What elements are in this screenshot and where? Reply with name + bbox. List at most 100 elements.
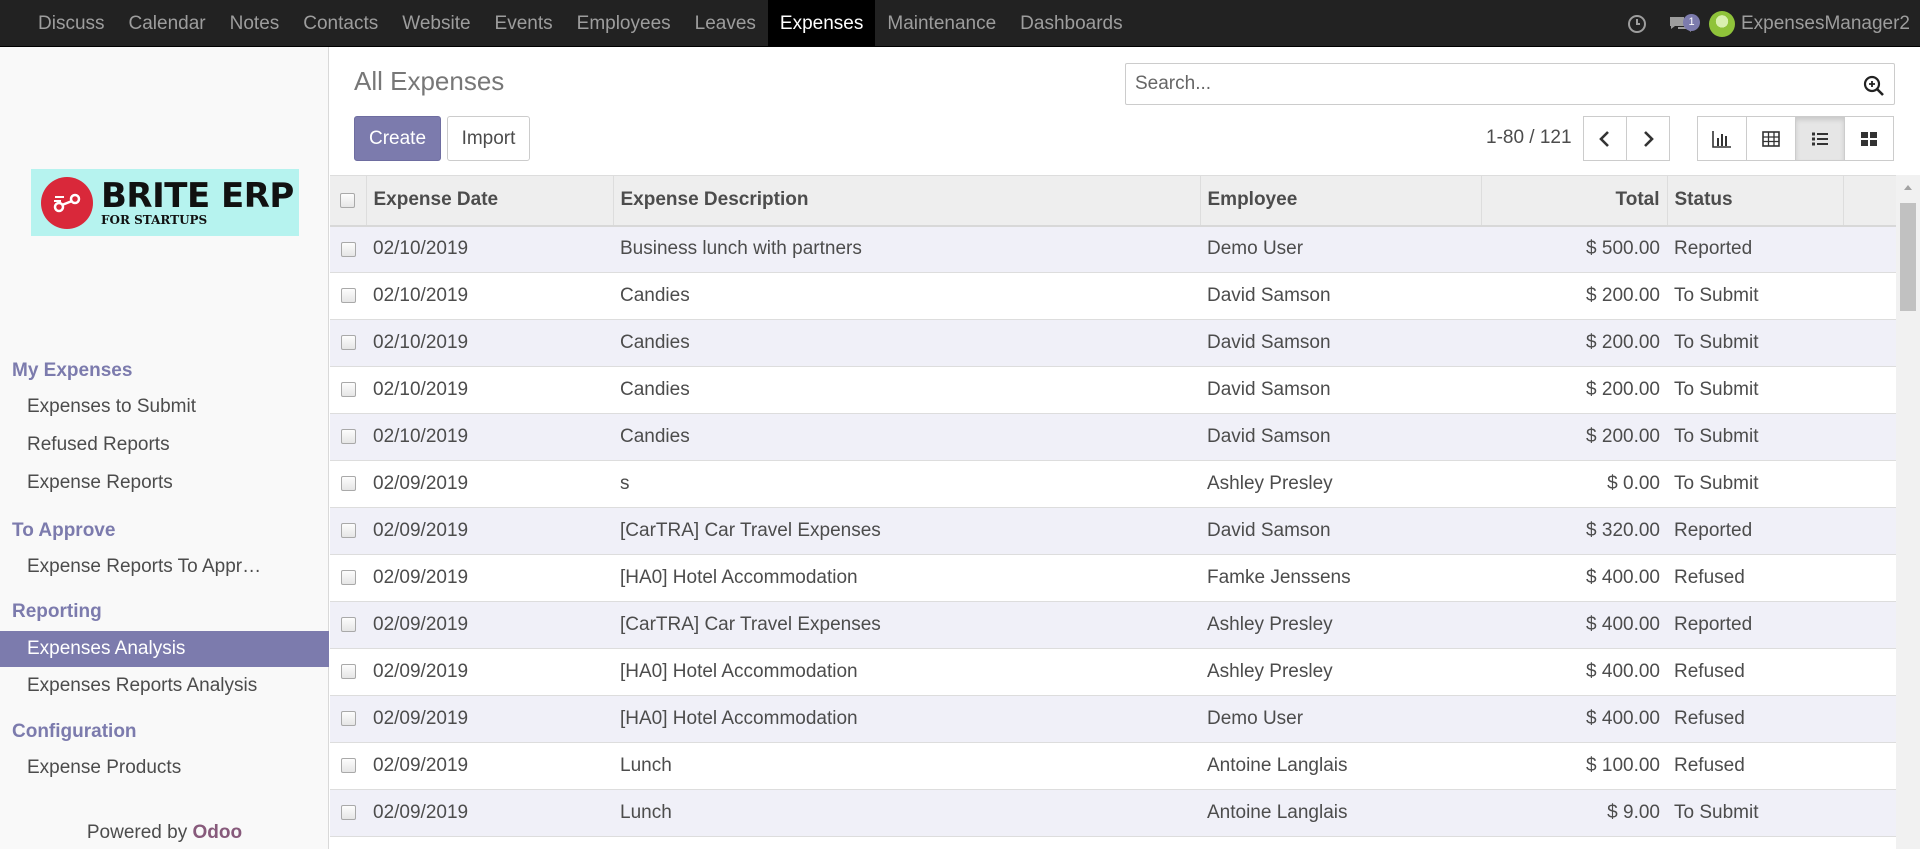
row-checkbox[interactable] [340,382,356,398]
cell-expense-date: 02/10/2019 [366,225,613,273]
cell-total: $ 200.00 [1481,319,1667,367]
menu-expenses-analysis[interactable]: Expenses Analysis [0,631,329,667]
table-row[interactable]: 02/09/2019 [HA0] Hotel Accommodation Demo … [330,695,1896,743]
row-checkbox[interactable] [340,711,356,727]
table-row[interactable]: 02/10/2019 Candies David Samson $ 200.00 To … [330,319,1896,367]
powered-by: Powered by Odoo [0,822,329,844]
app-expenses[interactable]: Expenses [767,0,876,47]
column-total[interactable]: Total [1481,175,1668,227]
list-view-button[interactable] [1795,116,1845,161]
column-employee[interactable]: Employee [1200,175,1482,227]
messages-button[interactable]: 1 [1659,0,1703,47]
cell-filler [1843,319,1896,367]
row-checkbox-cell[interactable] [330,366,366,414]
search-options-icon[interactable] [1862,74,1886,98]
row-checkbox[interactable] [340,523,356,539]
table-row[interactable]: 02/09/2019 [CarTRA] Car Travel Expenses Da… [330,507,1896,555]
row-checkbox-cell[interactable] [330,695,366,743]
row-checkbox[interactable] [340,288,356,304]
section-to-approve[interactable]: To Approve [12,520,115,542]
app-calendar[interactable]: Calendar [117,0,218,47]
pivot-view-button[interactable] [1746,116,1796,161]
row-checkbox[interactable] [340,617,356,633]
search-input[interactable] [1126,64,1846,104]
user-menu[interactable]: ExpensesManager2 [1703,0,1920,47]
cell-filler [1843,272,1896,320]
row-checkbox-cell[interactable] [330,789,366,837]
row-checkbox-cell[interactable] [330,554,366,602]
app-contacts[interactable]: Contacts [291,0,390,47]
app-maintenance[interactable]: Maintenance [875,0,1008,47]
row-checkbox[interactable] [340,805,356,821]
section-configuration[interactable]: Configuration [12,721,137,743]
row-checkbox[interactable] [340,476,356,492]
menu-expense-products[interactable]: Expense Products [0,750,329,786]
menu-expense-reports-to-approve[interactable]: Expense Reports To Appr… [0,549,329,585]
row-checkbox[interactable] [340,758,356,774]
menu-expenses-reports-analysis[interactable]: Expenses Reports Analysis [0,668,329,704]
graph-view-button[interactable] [1697,116,1747,161]
table-row[interactable]: 02/10/2019 Business lunch with partners De… [330,225,1896,273]
app-events[interactable]: Events [483,0,565,47]
app-website[interactable]: Website [390,0,482,47]
app-leaves[interactable]: Leaves [683,0,768,47]
table-row[interactable]: 02/10/2019 Candies David Samson $ 200.00 To … [330,272,1896,320]
row-checkbox[interactable] [340,241,356,257]
kanban-view-button[interactable] [1844,116,1894,161]
table-row[interactable]: 02/09/2019 [HA0] Hotel Accommodation Famke… [330,554,1896,602]
column-expense-description[interactable]: Expense Description [613,175,1201,227]
row-checkbox-cell[interactable] [330,272,366,320]
row-checkbox-cell[interactable] [330,319,366,367]
row-checkbox-cell[interactable] [330,413,366,461]
vertical-scrollbar[interactable] [1896,175,1920,849]
menu-expense-reports[interactable]: Expense Reports [0,465,329,501]
cell-expense-date: 02/10/2019 [366,272,613,320]
pager-next-button[interactable] [1626,116,1670,161]
cell-employee: Famke Jenssens [1200,554,1481,602]
menu-refused-reports[interactable]: Refused Reports [0,427,329,463]
table-row[interactable]: 02/10/2019 Candies David Samson $ 200.00 To … [330,413,1896,461]
menu-expenses-to-submit[interactable]: Expenses to Submit [0,389,329,425]
import-button[interactable]: Import [447,116,530,161]
cell-employee: David Samson [1200,507,1481,555]
cell-expense-date: 02/09/2019 [366,648,613,696]
table-row[interactable]: 02/09/2019 Lunch Antoine Langlais $ 100.00 R… [330,742,1896,790]
app-discuss[interactable]: Discuss [26,0,117,47]
create-button[interactable]: Create [354,116,441,161]
page-title[interactable]: All Expenses [354,66,504,97]
table-row[interactable]: 02/09/2019 [HA0] Hotel Accommodation Ashle… [330,648,1896,696]
select-all-checkbox[interactable] [330,175,367,227]
row-checkbox[interactable] [340,664,356,680]
row-checkbox-cell[interactable] [330,507,366,555]
app-notes[interactable]: Notes [218,0,292,47]
scroll-up-arrow-icon[interactable] [1896,175,1920,199]
row-checkbox[interactable] [340,570,356,586]
app-employees[interactable]: Employees [565,0,683,47]
section-reporting[interactable]: Reporting [12,601,102,623]
row-checkbox-cell[interactable] [330,225,366,273]
scrollbar-thumb[interactable] [1900,203,1916,311]
table-icon [1762,130,1780,147]
pager-value[interactable]: 1-80 / 121 [1486,127,1572,149]
row-checkbox-cell[interactable] [330,648,366,696]
row-checkbox-cell[interactable] [330,742,366,790]
table-body: 02/10/2019 Business lunch with partners De… [330,225,1896,837]
table-row[interactable]: 02/10/2019 Candies David Samson $ 200.00 To … [330,366,1896,414]
table-row[interactable]: 02/09/2019 [CarTRA] Car Travel Expenses As… [330,601,1896,649]
column-expense-date[interactable]: Expense Date [366,175,614,227]
column-status[interactable]: Status [1667,175,1844,227]
row-checkbox-cell[interactable] [330,460,366,508]
cell-expense-date: 02/09/2019 [366,507,613,555]
checkbox[interactable] [340,192,356,208]
row-checkbox-cell[interactable] [330,601,366,649]
cell-expense-description: Candies [613,366,1200,414]
pager-previous-button[interactable] [1583,116,1627,161]
row-checkbox[interactable] [340,335,356,351]
table-row[interactable]: 02/09/2019 s Ashley Presley $ 0.00 To Submit [330,460,1896,508]
odoo-link[interactable]: Odoo [193,822,243,843]
row-checkbox[interactable] [340,429,356,445]
section-my-expenses[interactable]: My Expenses [12,360,132,382]
activity-button[interactable] [1615,0,1659,47]
app-dashboards[interactable]: Dashboards [1008,0,1134,47]
table-row[interactable]: 02/09/2019 Lunch Antoine Langlais $ 9.00 To … [330,789,1896,837]
